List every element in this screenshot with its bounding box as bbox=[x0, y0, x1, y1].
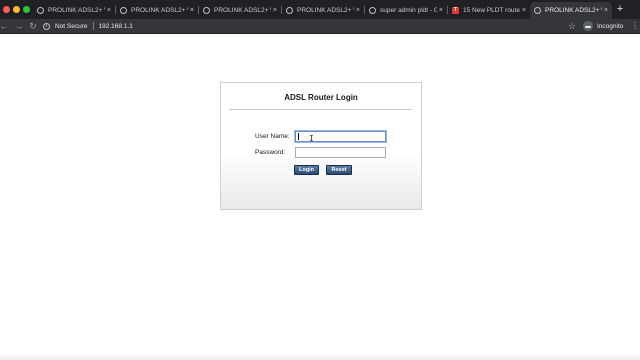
reload-icon[interactable]: ↻ bbox=[27, 19, 39, 33]
browser-tab[interactable]: PROLINK ADSL2+ W × bbox=[282, 2, 364, 19]
page-bottom-edge bbox=[0, 352, 640, 360]
globe-icon bbox=[203, 7, 210, 14]
divider bbox=[92, 22, 94, 30]
browser-tab[interactable]: super admin pldt - G × bbox=[365, 2, 447, 19]
close-icon[interactable]: × bbox=[190, 7, 194, 14]
info-icon[interactable]: i bbox=[43, 22, 50, 30]
url-text[interactable]: 192.168.1.1 bbox=[99, 23, 133, 30]
tab-strip: PROLINK ADSL2+ W × PROLINK ADSL2+ W × PR… bbox=[0, 0, 640, 19]
page-title: ADSL Router Login bbox=[284, 93, 358, 102]
address-bar[interactable]: i Not Secure 192.168.1.1 bbox=[43, 20, 580, 32]
tab-title: PROLINK ADSL2+ W bbox=[131, 7, 188, 14]
password-label: Password: bbox=[255, 149, 286, 156]
close-icon[interactable]: × bbox=[522, 7, 526, 14]
close-window-button[interactable] bbox=[3, 6, 10, 13]
text-caret bbox=[298, 133, 299, 140]
incognito-icon bbox=[583, 21, 593, 31]
close-icon[interactable]: × bbox=[439, 7, 443, 14]
password-input[interactable] bbox=[295, 147, 386, 158]
login-button[interactable]: Login bbox=[294, 165, 319, 175]
incognito-label: Incognito bbox=[597, 22, 624, 30]
tab-title: PROLINK ADSL2+ W bbox=[545, 7, 602, 14]
tab-title: super admin pldt - G bbox=[380, 7, 437, 14]
browser-tab[interactable]: T 15 New PLDT router × bbox=[448, 2, 530, 19]
browser-toolbar: ← → ↻ i Not Secure 192.168.1.1 ☆ Incogni… bbox=[0, 19, 640, 34]
google-icon bbox=[369, 7, 376, 14]
globe-icon bbox=[286, 7, 293, 14]
new-tab-button[interactable]: + bbox=[613, 2, 627, 17]
close-icon[interactable]: × bbox=[273, 7, 277, 14]
t-site-icon: T bbox=[452, 7, 459, 14]
tab-title: PROLINK ADSL2+ W bbox=[297, 7, 354, 14]
security-indicator[interactable]: Not Secure bbox=[55, 23, 88, 30]
forward-arrow-icon[interactable]: → bbox=[13, 19, 25, 33]
globe-icon bbox=[534, 7, 541, 14]
tab-title: PROLINK ADSL2+ W bbox=[48, 7, 105, 14]
tab-title: PROLINK ADSL2+ W bbox=[214, 7, 271, 14]
minimize-window-button[interactable] bbox=[13, 6, 20, 13]
maximize-window-button[interactable] bbox=[23, 6, 30, 13]
back-arrow-icon[interactable]: ← bbox=[0, 19, 10, 33]
menu-dots-icon[interactable]: ⋮ bbox=[631, 19, 639, 33]
divider bbox=[229, 109, 412, 110]
close-icon[interactable]: × bbox=[107, 7, 111, 14]
browser-tab-active[interactable]: PROLINK ADSL2+ W × bbox=[530, 2, 612, 19]
reset-button[interactable]: Reset bbox=[326, 165, 352, 175]
globe-icon bbox=[37, 7, 44, 14]
bookmark-star-icon[interactable]: ☆ bbox=[568, 19, 576, 33]
close-icon[interactable]: × bbox=[356, 7, 360, 14]
login-panel: ADSL Router Login User Name: I Password:… bbox=[220, 82, 422, 210]
text-cursor-icon: I bbox=[309, 134, 314, 143]
browser-tab[interactable]: PROLINK ADSL2+ W × bbox=[33, 2, 115, 19]
globe-icon bbox=[120, 7, 127, 14]
tab-title: 15 New PLDT router bbox=[463, 7, 520, 14]
close-icon[interactable]: × bbox=[604, 7, 608, 14]
incognito-profile-button[interactable]: Incognito bbox=[583, 19, 623, 33]
browser-tab[interactable]: PROLINK ADSL2+ W × bbox=[199, 2, 281, 19]
browser-tab[interactable]: PROLINK ADSL2+ W × bbox=[116, 2, 198, 19]
username-label: User Name: bbox=[255, 133, 290, 140]
